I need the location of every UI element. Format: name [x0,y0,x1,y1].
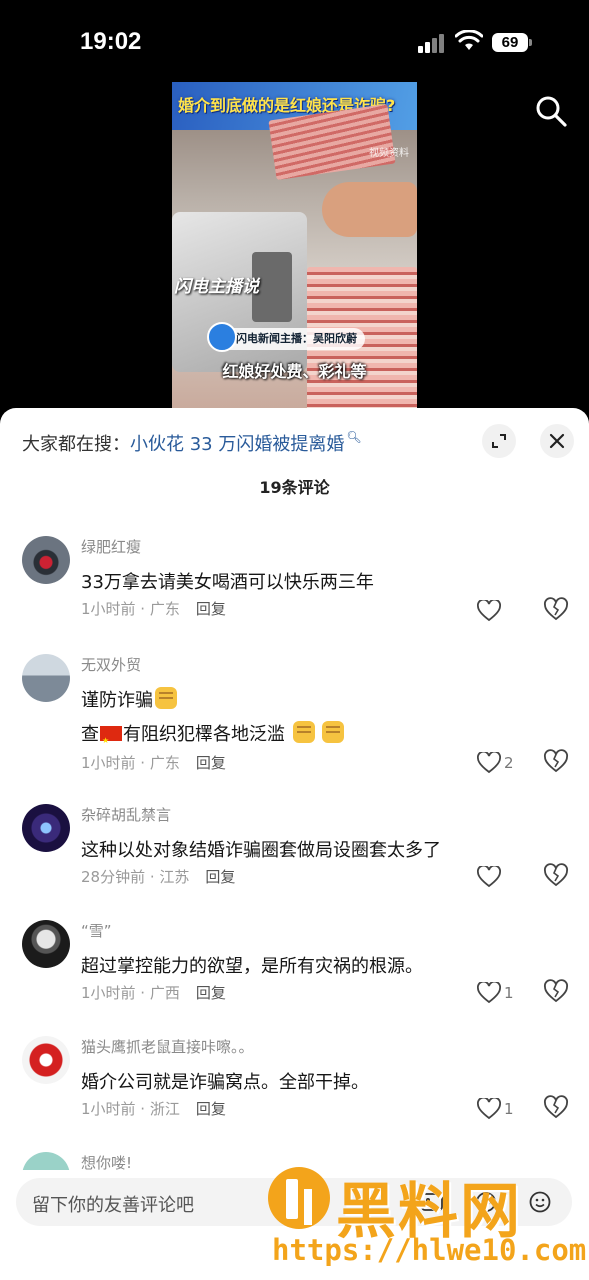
fist-emoji-icon [292,721,315,743]
video-player[interactable]: 婚介到底做的是红娘还是诈骗? 视频资料 闪电主播说 闪电新闻主播：吴阳欣蔚 红娘… [172,82,417,417]
like-button[interactable]: 2 [477,748,527,778]
comment-text: 超过掌控能力的欲望，是所有灾祸的根源。 [81,950,423,984]
comment-line: 这种以处对象结婚诈骗圈套做局设圈套太多了 [81,840,441,861]
comment-item: “雪” 超过掌控能力的欲望，是所有灾祸的根源。 1小时前 · 广西 回复 1 [0,914,589,1030]
heart-icon [477,982,501,1004]
close-icon [549,433,565,449]
reply-button[interactable]: 回复 [196,984,226,1002]
comment-line: 超过掌控能力的欲望，是所有灾祸的根源。 [81,956,423,977]
watermark-url: https://hlwe10.com [272,1233,587,1267]
comment-item: 杂碎胡乱禁言 这种以处对象结婚诈骗圈套做局设圈套太多了 28分钟前 · 江苏 回复 [0,798,589,914]
status-bar: 19:02 69 [0,0,589,80]
broken-heart-icon[interactable] [543,978,569,1004]
hot-search-term[interactable]: 小伙花 33 万闪婚被提离婚 [130,434,344,455]
comment-line: 查 [81,724,99,745]
broken-heart-icon[interactable] [543,862,569,888]
comment-line: 谨防诈骗 [81,690,153,711]
comment-author[interactable]: 猫头鹰抓老鼠直接咔嚓。。 [81,1036,254,1057]
broken-heart-icon[interactable] [543,596,569,622]
comment-item: 无双外贸 谨防诈骗 查 有阻织犯檡各地泛滥 1小时前 · 广东回复 2 [0,648,589,798]
heart-icon [477,752,501,774]
heart-icon [477,600,501,622]
like-button[interactable] [477,862,527,892]
avatar[interactable] [22,920,70,968]
comment-meta: 1小时前 · 广西 回复 [81,982,226,1003]
comment-time: 1小时前 · 广东 [81,600,180,618]
fist-emoji-icon [322,721,345,743]
watermark-logo-icon [268,1167,330,1229]
comment-meta: 1小时前 · 广东 回复 [81,598,226,619]
like-button[interactable]: 1 [477,1094,527,1124]
comment-list: 绿肥红瘦 33万拿去请美女喝酒可以快乐两三年 1小时前 · 广东 回复 无双外贸 … [0,530,589,1206]
microphone-icon [207,322,237,352]
hot-search-prefix: 大家都在搜： [22,434,130,455]
comment-line: 33万拿去请美女喝酒可以快乐两三年 [81,572,374,593]
expand-button[interactable] [482,424,516,458]
comment-input-placeholder: 留下你的友善评论吧 [32,1195,194,1216]
broken-heart-icon[interactable] [543,1094,569,1120]
comment-time: 1小时前 · 广西 [81,984,180,1002]
comment-line: 有阻织犯檡各地泛滥 [123,724,285,745]
wifi-icon [455,30,483,50]
comment-author[interactable]: “雪” [81,920,112,941]
reply-button[interactable]: 回复 [196,754,226,772]
search-icon[interactable] [534,94,568,128]
avatar[interactable] [22,1036,70,1084]
avatar[interactable] [22,536,70,584]
comment-time: 28分钟前 · 江苏 [81,868,190,886]
comment-author[interactable]: 绿肥红瘦 [81,536,141,557]
avatar[interactable] [22,654,70,702]
hand [322,182,417,237]
comment-meta: 1小时前 · 广东 回复 [81,752,226,773]
comment-text: 谨防诈骗 查 有阻织犯檡各地泛滥 [81,684,345,758]
comment-time: 1小时前 · 浙江 [81,1100,180,1118]
search-icon: 🔍︎ [346,430,362,444]
comment-count: 19条评论 [259,478,330,497]
broken-heart-icon[interactable] [543,748,569,774]
like-count: 2 [504,754,514,772]
heart-icon [477,866,501,888]
comment-time: 1小时前 · 广东 [81,754,180,772]
comment-sheet: 大家都在搜：小伙花 33 万闪婚被提离婚 🔍︎ 19条评论 绿肥红瘦 33万拿去请… [0,408,589,1280]
video-caption: 红娘好处费、彩礼等 [222,362,367,381]
video-source-tag: 视频资料 [369,148,409,159]
comment-author[interactable]: 无双外贸 [81,654,141,675]
like-count: 1 [504,1100,514,1118]
comment-text: 这种以处对象结婚诈骗圈套做局设圈套太多了 [81,834,441,868]
close-button[interactable] [540,424,574,458]
hot-search-link[interactable]: 大家都在搜：小伙花 33 万闪婚被提离婚 🔍︎ [22,430,362,456]
reply-button[interactable]: 回复 [196,1100,226,1118]
watermark: 黑料网 https://hlwe10.com [268,1165,588,1277]
comment-meta: 28分钟前 · 江苏 回复 [81,866,235,887]
comment-text: 33万拿去请美女喝酒可以快乐两三年 [81,566,374,600]
reply-button[interactable]: 回复 [196,600,226,618]
reply-button[interactable]: 回复 [205,868,235,886]
comment-item: 绿肥红瘦 33万拿去请美女喝酒可以快乐两三年 1小时前 · 广东 回复 [0,530,589,648]
expand-icon [492,434,506,448]
comment-author[interactable]: 杂碎胡乱禁言 [81,804,171,825]
sheet-header: 大家都在搜：小伙花 33 万闪婚被提离婚 🔍︎ 19条评论 [0,408,589,508]
comment-line: 婚介公司就是诈骗窝点。全部干掉。 [81,1072,369,1093]
like-count: 1 [504,984,514,1002]
battery-icon: 69 [492,33,532,52]
comment-meta: 1小时前 · 浙江 回复 [81,1098,226,1119]
fist-emoji-icon [155,687,177,709]
video-logo: 闪电主播说 [174,277,259,297]
avatar[interactable] [22,804,70,852]
like-button[interactable]: 1 [477,978,527,1008]
comment-text: 婚介公司就是诈骗窝点。全部干掉。 [81,1066,369,1100]
cellular-signal-icon [418,33,448,53]
heart-icon [477,1098,501,1120]
comment-item: 猫头鹰抓老鼠直接咔嚓。。 婚介公司就是诈骗窝点。全部干掉。 1小时前 · 浙江回… [0,1030,589,1146]
status-time: 19:02 [80,28,142,55]
china-flag-icon [100,724,122,758]
like-button[interactable] [477,596,527,626]
